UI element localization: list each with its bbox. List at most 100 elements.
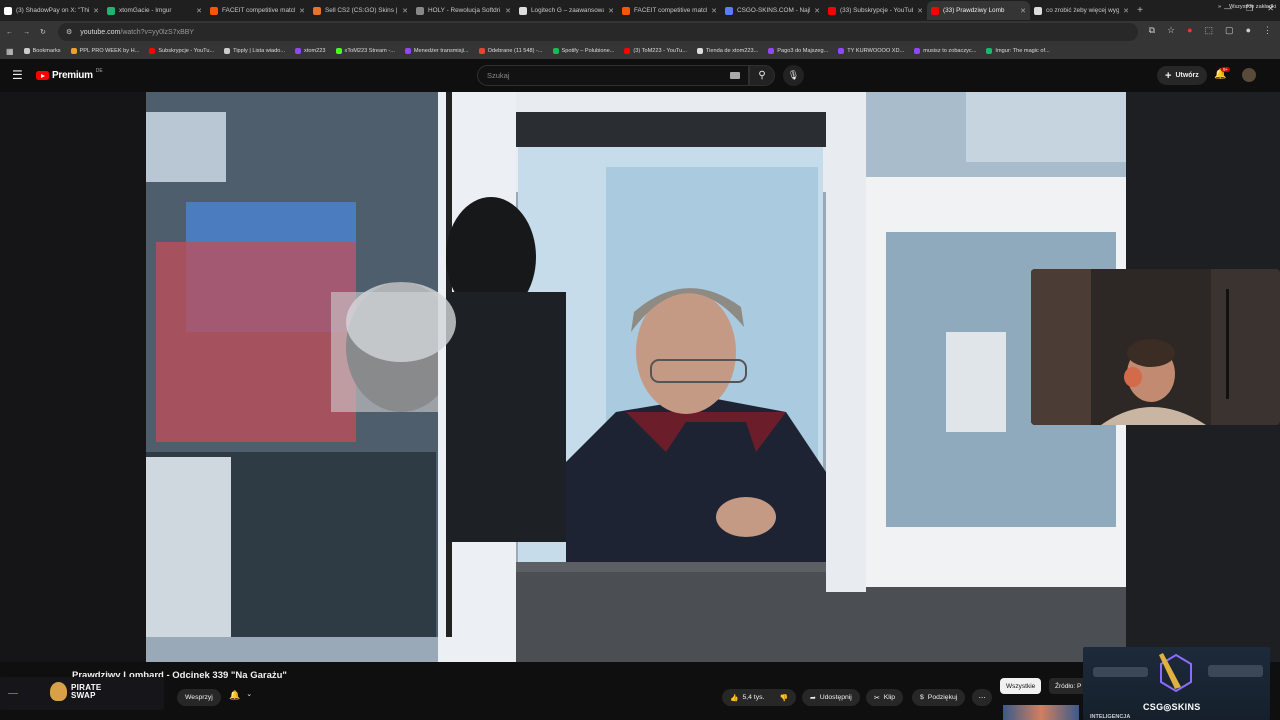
new-tab-button[interactable]: +: [1133, 5, 1147, 16]
profile-icon[interactable]: ●: [1246, 25, 1251, 36]
forward-icon[interactable]: →: [23, 29, 30, 36]
close-tab-icon[interactable]: ✕: [402, 7, 408, 15]
close-tab-icon[interactable]: ✕: [917, 7, 923, 15]
browser-tab[interactable]: (33) Prawdziwy Lomb ✕: [927, 1, 1030, 20]
dislike-button[interactable]: 👎: [772, 689, 796, 706]
url-bar[interactable]: ⚙ youtube.com/watch?v=yy0lzS7xBBY: [58, 23, 1138, 41]
bookmark-label: TY KURWOOOO XD...: [847, 48, 905, 54]
browser-tab[interactable]: Logitech G – zaawansowa ✕: [515, 1, 618, 20]
youtube-header: ☰ Premium DE Szukaj ⚲ 🎙 + Utwórz 🔔 9+: [0, 59, 1280, 92]
clip-button[interactable]: ✂ Klip: [866, 689, 904, 706]
browser-tab[interactable]: Sell CS2 (CS:GO) Skins | B ✕: [309, 1, 412, 20]
tab-favicon-icon: [519, 6, 527, 15]
youtube-logo[interactable]: Premium DE: [36, 67, 103, 81]
close-tab-icon[interactable]: ✕: [1020, 7, 1026, 15]
bookmark-item[interactable]: musisz to zobaczyc...: [914, 48, 976, 54]
bookmark-label: Imgur: The magic of...: [995, 48, 1050, 54]
bookmark-favicon-icon: [914, 48, 921, 54]
bookmark-item[interactable]: xToM223 Stream -...: [335, 48, 395, 54]
bookmark-item[interactable]: Subskrypcje - YouTu...: [149, 48, 214, 54]
share-icon: ➦: [810, 694, 816, 702]
close-tab-icon[interactable]: ✕: [1123, 7, 1129, 15]
bookmarks-bar: ▦ Bookmarks PPL PRO WEEK by H... Subskrypc…: [0, 43, 1280, 59]
bookmark-item[interactable]: xtom223: [295, 48, 326, 54]
close-tab-icon[interactable]: ✕: [505, 7, 511, 15]
close-tab-icon[interactable]: ✕: [299, 7, 305, 15]
account-avatar[interactable]: [1242, 68, 1256, 82]
chip-all[interactable]: Wszystkie: [1000, 678, 1042, 694]
browser-menu-icon[interactable]: ⋮: [1263, 25, 1272, 36]
video-frame: [146, 92, 1126, 662]
ad-brand-name: CSG◎SKINS: [1143, 702, 1201, 712]
tab-title: CSGO-SKINS.COM - Najle: [737, 7, 811, 14]
browser-tab[interactable]: co zrobić żeby więcej wyg ✕: [1030, 1, 1133, 20]
close-tab-icon[interactable]: ✕: [814, 7, 820, 15]
extension-icon[interactable]: ●: [1187, 25, 1192, 36]
bookmark-item[interactable]: Spotify – Polubione...: [552, 48, 614, 54]
keyboard-icon[interactable]: [730, 72, 740, 79]
region-code: DE: [95, 67, 103, 74]
voice-search-button[interactable]: 🎙: [783, 65, 804, 86]
close-tab-icon[interactable]: ✕: [608, 7, 614, 15]
recommended-thumbnail[interactable]: [1003, 705, 1079, 720]
bookmark-label: Tipply | Lista wiado...: [233, 48, 286, 54]
browser-tab[interactable]: FACEIT competitive match ✕: [206, 1, 309, 20]
close-tab-icon[interactable]: ✕: [711, 7, 717, 15]
search-button[interactable]: ⚲: [749, 65, 775, 86]
bookmark-favicon-icon: [478, 48, 485, 54]
youtube-play-icon: [36, 71, 49, 80]
all-bookmarks-link[interactable]: Wszystkie zakładki: [1229, 4, 1276, 10]
bookmark-item[interactable]: Pago3 do Majszeg...: [768, 48, 828, 54]
notification-toggle[interactable]: 🔔 ⌄: [229, 690, 252, 701]
bookmarks-more-icon[interactable]: »: [1218, 4, 1221, 10]
share-button[interactable]: ➦ Udostępnij: [802, 689, 860, 706]
webcam-image: [1031, 269, 1280, 425]
bookmark-item[interactable]: Odebrane (11 548) -...: [478, 48, 543, 54]
close-tab-icon[interactable]: ✕: [196, 7, 202, 15]
more-actions-button[interactable]: ⋯: [972, 689, 992, 706]
reload-icon[interactable]: ↻: [40, 28, 46, 36]
hamburger-menu-icon[interactable]: ☰: [12, 68, 24, 82]
pirate-skull-icon: [50, 682, 67, 701]
support-button[interactable]: Wesprzyj: [177, 689, 221, 706]
tab-favicon-icon: [622, 6, 630, 15]
bookmark-item[interactable]: (3) ToM223 - YouTu...: [624, 48, 687, 54]
browser-tab[interactable]: (33) Subskrypcje - YouTub ✕: [824, 1, 927, 20]
like-button[interactable]: 👍 5,4 tys.: [722, 689, 773, 706]
create-button[interactable]: + Utwórz: [1157, 66, 1207, 85]
bookmark-star-icon[interactable]: ☆: [1167, 25, 1175, 36]
puzzle-icon[interactable]: ⬚: [1205, 25, 1214, 36]
apps-icon[interactable]: ▦: [6, 47, 14, 56]
bookmark-item[interactable]: Tipply | Lista wiado...: [224, 48, 285, 54]
bookmark-label: xtom223: [304, 48, 326, 54]
video-player[interactable]: [146, 92, 1126, 662]
bookmark-item[interactable]: PPL PRO WEEK by H...: [70, 48, 139, 54]
bookmark-item[interactable]: TY KURWOOOO XD...: [838, 48, 904, 54]
streamer-webcam: [1031, 269, 1280, 425]
browser-tab[interactable]: xtomGacie - Imgur ✕: [103, 1, 206, 20]
browser-tab[interactable]: (3) ShadowPay on X: "Thi ✕: [0, 1, 103, 20]
thanks-label: Podziękuj: [927, 694, 958, 701]
bookmark-item[interactable]: Menedżer transmisji...: [404, 48, 469, 54]
notification-badge: 9+: [1221, 67, 1231, 72]
browser-tab[interactable]: FACEIT competitive match ✕: [618, 1, 721, 20]
bookmark-item[interactable]: Tienda de xtom223...: [696, 48, 758, 54]
bookmark-label: Odebrane (11 548) -...: [487, 48, 543, 54]
browser-tab[interactable]: CSGO-SKINS.COM - Najle ✕: [721, 1, 824, 20]
close-tab-icon[interactable]: ✕: [93, 7, 99, 15]
tab-title: (33) Prawdziwy Lomb: [943, 7, 1005, 14]
site-info-icon[interactable]: ⚙: [66, 28, 72, 36]
address-toolbar: ← → ↻ ⚙ youtube.com/watch?v=yy0lzS7xBBY …: [0, 21, 1280, 43]
bookmark-item[interactable]: Imgur: The magic of...: [986, 48, 1050, 54]
sponsor-accent-line: [8, 693, 18, 694]
chip-source[interactable]: Źródło: P: [1049, 678, 1088, 694]
cast-icon[interactable]: ⧉: [1149, 25, 1155, 36]
back-icon[interactable]: ←: [6, 29, 13, 36]
thanks-button[interactable]: $ Podziękuj: [912, 689, 966, 706]
search-input[interactable]: Szukaj: [477, 65, 749, 86]
tab-title: Sell CS2 (CS:GO) Skins | B: [325, 7, 399, 14]
bookmark-item[interactable]: Bookmarks: [23, 48, 61, 54]
browser-tab[interactable]: HOLY - Rewolucja Softdri ✕: [412, 1, 515, 20]
sidebar-icon[interactable]: ▢: [1225, 25, 1234, 36]
scissors-icon: ✂: [874, 694, 880, 702]
